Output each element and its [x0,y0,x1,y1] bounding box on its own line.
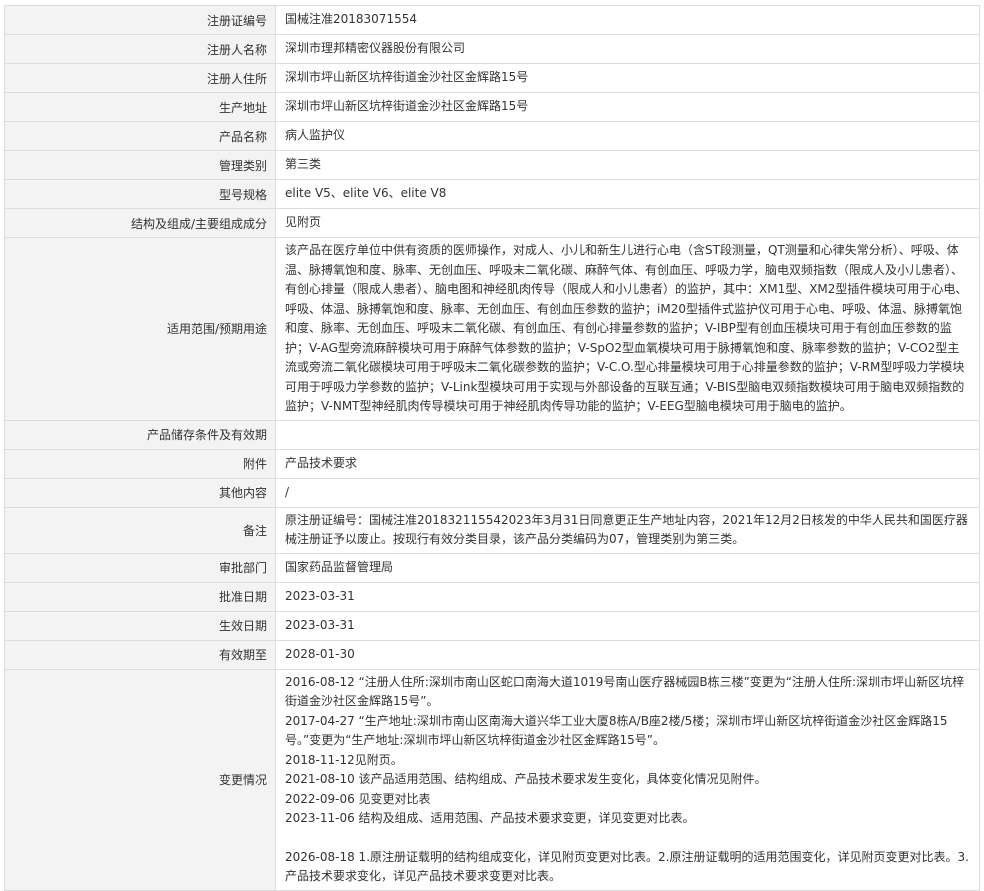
row-other-content: 其他内容 / [4,477,980,508]
change-entry: 2018-11-12见附页。 [285,752,403,767]
change-entry: 2022-09-06 见变更对比表 [285,791,431,806]
row-storage-conditions: 产品储存条件及有效期 [4,419,980,450]
value-structure: 见附页 [275,208,980,238]
registration-detail-table: 注册证编号 国械注准20183071554 注册人名称 深圳市理邦精密仪器股份有… [4,5,980,891]
label-change-history: 变更情况 [4,668,276,891]
label-model-spec: 型号规格 [4,179,276,209]
value-approval-department: 国家药品监督管理局 [275,552,980,583]
row-model-spec: 型号规格 elite V5、elite V6、elite V8 [4,179,980,209]
value-approval-date: 2023-03-31 [275,581,980,612]
row-management-class: 管理类别 第三类 [4,150,980,180]
label-management-class: 管理类别 [4,150,276,180]
change-entry: 2026-08-18 1.原注册证载明的结构组成变化，详见附页变更对比表。2.原… [285,849,969,884]
change-entry: 2023-11-06 结构及组成、适用范围、产品技术要求变更，详见变更对比表。 [285,811,695,825]
row-product-name: 产品名称 病人监护仪 [4,121,980,151]
row-intended-use: 适用范围/预期用途 该产品在医疗单位中供有资质的医师操作，对成人、小儿和新生儿进… [4,237,980,421]
row-production-address: 生产地址 深圳市坪山新区坑梓街道金沙社区金辉路15号 [4,92,980,122]
value-attachment: 产品技术要求 [275,448,980,479]
label-valid-until: 有效期至 [4,639,276,670]
value-remarks: 原注册证编号：国械注准20183211554​2023年3月31日同意更正生产地… [275,506,980,554]
value-management-class: 第三类 [275,150,980,180]
label-attachment: 附件 [4,448,276,479]
value-registration-number: 国械注准20183071554 [275,5,980,35]
row-registrant-name: 注册人名称 深圳市理邦精密仪器股份有限公司 [4,34,980,64]
row-attachment: 附件 产品技术要求 [4,448,980,479]
label-production-address: 生产地址 [4,92,276,122]
row-registrant-address: 注册人住所 深圳市坪山新区坑梓街道金沙社区金辉路15号 [4,63,980,93]
label-structure: 结构及组成/主要组成成分 [4,208,276,238]
change-entry: 2021-08-10 该产品适用范围、结构组成、产品技术要求发生变化，具体变化情… [285,772,767,786]
row-registration-number: 注册证编号 国械注准20183071554 [4,5,980,35]
value-storage-conditions [275,419,980,450]
value-intended-use: 该产品在医疗单位中供有资质的医师操作，对成人、小儿和新生儿进行心电（含ST段测量… [275,237,980,421]
value-registrant-name: 深圳市理邦精密仪器股份有限公司 [275,34,980,64]
value-other-content: / [275,477,980,508]
label-product-name: 产品名称 [4,121,276,151]
change-entry: 2017-04-27 “生产地址:深圳市南山区南海大道兴华工业大厦8栋A/B座2… [285,713,948,748]
label-effective-date: 生效日期 [4,610,276,641]
value-registrant-address: 深圳市坪山新区坑梓街道金沙社区金辉路15号 [275,63,980,93]
row-change-history: 变更情况 2016-08-12 “注册人住所:深圳市南山区蛇口南海大道1019号… [4,668,980,891]
label-registrant-address: 注册人住所 [4,63,276,93]
label-other-content: 其他内容 [4,477,276,508]
row-remarks: 备注 原注册证编号：国械注准20183211554​2023年3月31日同意更正… [4,506,980,554]
value-effective-date: 2023-03-31 [275,610,980,641]
row-valid-until: 有效期至 2028-01-30 [4,639,980,670]
row-structure: 结构及组成/主要组成成分 见附页 [4,208,980,238]
label-registration-number: 注册证编号 [4,5,276,35]
value-valid-until: 2028-01-30 [275,639,980,670]
change-entry: 2016-08-12 “注册人住所:深圳市南山区蛇口南海大道1019号南山医疗器… [285,674,965,709]
label-remarks: 备注 [4,506,276,554]
label-registrant-name: 注册人名称 [4,34,276,64]
value-product-name: 病人监护仪 [275,121,980,151]
label-approval-date: 批准日期 [4,581,276,612]
row-effective-date: 生效日期 2023-03-31 [4,610,980,641]
value-production-address: 深圳市坪山新区坑梓街道金沙社区金辉路15号 [275,92,980,122]
row-approval-department: 审批部门 国家药品监督管理局 [4,552,980,583]
label-approval-department: 审批部门 [4,552,276,583]
change-spacer [285,829,969,848]
row-approval-date: 批准日期 2023-03-31 [4,581,980,612]
label-storage-conditions: 产品储存条件及有效期 [4,419,276,450]
label-intended-use: 适用范围/预期用途 [4,237,276,421]
value-model-spec: elite V5、elite V6、elite V8 [275,179,980,209]
value-change-history: 2016-08-12 “注册人住所:深圳市南山区蛇口南海大道1019号南山医疗器… [275,668,980,891]
